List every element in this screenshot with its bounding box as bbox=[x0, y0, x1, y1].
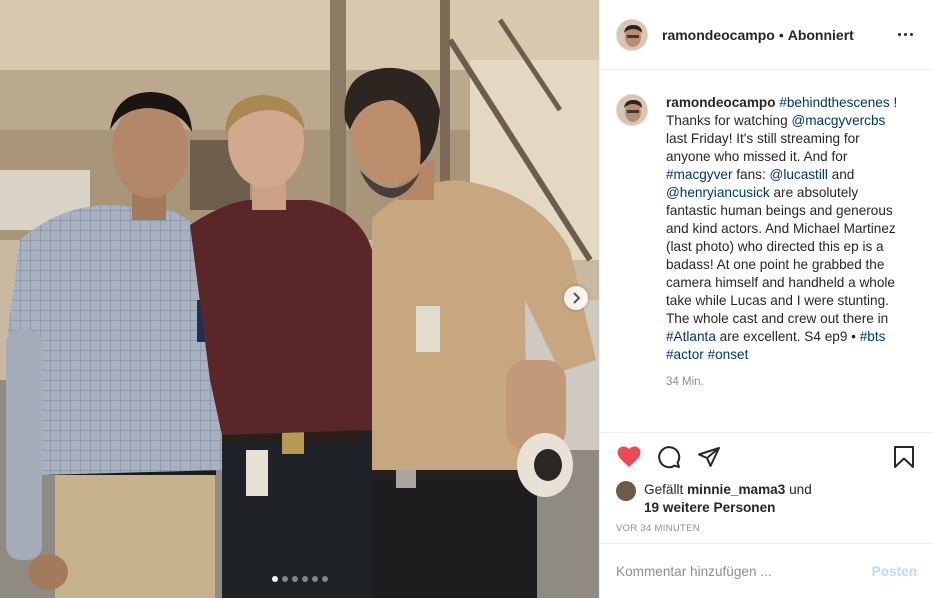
post-actions: Gefällt minnie_mama3 und 19 weitere Pers… bbox=[600, 432, 933, 534]
carousel-indicator bbox=[0, 576, 599, 582]
caption-segment: fans: bbox=[732, 167, 770, 182]
add-comment-bar: Posten bbox=[600, 543, 933, 598]
post-caption: ramondeocampo #behindthescenes ! Thanks … bbox=[666, 94, 906, 364]
likes-others-link[interactable]: 19 weitere Personen bbox=[644, 500, 775, 515]
hashtag-link[interactable]: #macgyver bbox=[666, 167, 732, 182]
caption-segment: are excellent. S4 ep9 • bbox=[715, 329, 860, 344]
avatar-image bbox=[617, 19, 647, 50]
header-separator: • bbox=[778, 26, 784, 43]
caption-avatar[interactable] bbox=[616, 94, 648, 126]
caption-segment: and bbox=[827, 167, 855, 182]
comment-icon[interactable] bbox=[656, 444, 682, 470]
instagram-post: ramondeocampo • Abonniert ramondeocampo … bbox=[0, 0, 933, 598]
likes-middle: und bbox=[789, 482, 812, 497]
paper-plane-icon[interactable] bbox=[696, 444, 722, 470]
caption-text: #behindthescenes ! Thanks for watching @… bbox=[666, 95, 897, 362]
post-comment-button[interactable]: Posten bbox=[872, 564, 917, 579]
carousel-dot bbox=[311, 576, 318, 582]
carousel-dot bbox=[321, 576, 328, 582]
avatar[interactable] bbox=[616, 18, 648, 51]
comment-input[interactable] bbox=[616, 563, 872, 579]
photo-three-men-on-set bbox=[0, 0, 599, 598]
caption-segment: are absolutely fantastic human beings an… bbox=[666, 185, 896, 326]
post-photo[interactable] bbox=[0, 0, 599, 598]
mention-link[interactable]: @lucastill bbox=[770, 167, 828, 182]
likes-summary: Gefällt minnie_mama3 und 19 weitere Pers… bbox=[616, 481, 917, 517]
mention-link[interactable]: @henryiancusick bbox=[666, 185, 770, 200]
carousel-dot bbox=[301, 576, 308, 582]
next-photo-button[interactable] bbox=[564, 286, 588, 310]
mention-link[interactable]: @macgyvercbs bbox=[791, 113, 885, 128]
carousel-dot bbox=[271, 576, 278, 582]
hashtag-link[interactable]: #onset bbox=[708, 347, 749, 362]
likes-text: Gefällt minnie_mama3 und 19 weitere Pers… bbox=[644, 481, 812, 517]
comments-section: ramondeocampo #behindthescenes ! Thanks … bbox=[600, 70, 933, 430]
caption-segment: last Friday! It's still streaming for an… bbox=[666, 131, 860, 164]
likes-prefix: Gefällt bbox=[644, 482, 684, 497]
hashtag-link[interactable]: #bts bbox=[860, 329, 886, 344]
post-side-panel: ramondeocampo • Abonniert ramondeocampo … bbox=[599, 0, 933, 598]
caption-row: ramondeocampo #behindthescenes ! Thanks … bbox=[616, 94, 917, 364]
header-username[interactable]: ramondeocampo bbox=[662, 27, 775, 43]
hashtag-link[interactable]: #actor bbox=[666, 347, 704, 362]
liker-avatar[interactable] bbox=[616, 481, 636, 501]
post-timestamp[interactable]: VOR 34 MINUTEN bbox=[616, 523, 917, 534]
carousel-dot bbox=[291, 576, 298, 582]
bookmark-icon[interactable] bbox=[891, 444, 917, 470]
heart-icon[interactable] bbox=[616, 444, 642, 470]
caption-time: 34 Min. bbox=[666, 376, 704, 388]
chevron-right-icon bbox=[573, 292, 581, 304]
action-icons bbox=[616, 441, 917, 473]
post-header: ramondeocampo • Abonniert bbox=[600, 0, 933, 70]
follow-status-button[interactable]: Abonniert bbox=[788, 27, 854, 43]
hashtag-link[interactable]: #behindthescenes bbox=[779, 95, 889, 110]
hashtag-link[interactable]: #Atlanta bbox=[666, 329, 716, 344]
avatar-image bbox=[617, 95, 647, 125]
liker-username[interactable]: minnie_mama3 bbox=[687, 482, 785, 497]
carousel-dot bbox=[281, 576, 288, 582]
more-options-icon[interactable] bbox=[893, 23, 917, 47]
caption-username[interactable]: ramondeocampo bbox=[666, 95, 776, 110]
